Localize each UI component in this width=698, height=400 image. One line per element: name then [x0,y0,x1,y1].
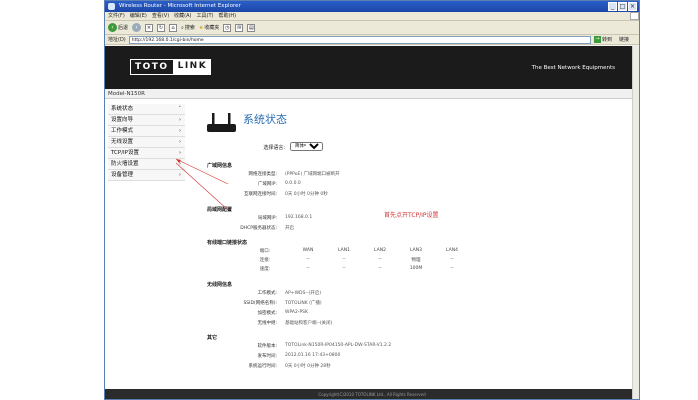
chevron-right-icon: › [179,117,181,123]
print-icon[interactable]: ▤ [247,23,256,32]
section-other: 其它 [207,335,218,341]
chevron-down-icon: ˅ [178,106,182,112]
sidebar: 系统状态 ˅ 设置向导 › 工作模式 › 无线设置 › TCP/IP设置 › 防火墙设置 ›… [108,104,185,181]
close-button[interactable]: × [628,2,637,11]
footer: Copyright(C)2010 TOTOLINK Ltd., All Righ… [105,389,639,399]
windows-logo-icon [630,12,639,20]
release-date-row: 发布时间: 2012.01.16 17:43+0800 [257,353,341,359]
chevron-right-icon: › [179,150,181,156]
sidebar-item-wireless[interactable]: 无线设置 › [108,137,185,148]
home-icon[interactable]: ⌂ [169,23,178,32]
lan-ip-row: 局域网IP: 192.168.0.1 [257,215,313,221]
chevron-right-icon: › [179,161,181,167]
refresh-icon[interactable]: ↻ [157,23,166,32]
section-wan: 广域网信息 [207,163,233,169]
sidebar-item-tcpip[interactable]: TCP/IP设置 › [108,148,185,159]
wan-ip-row: 广域网IP: 0.0.0.0 [257,181,301,187]
chevron-right-icon: › [179,139,181,145]
ports-header-row: 端口: WAN LAN1 LAN2 LAN3 LAN4 [259,248,458,254]
section-ports: 有线端口链接状态 [207,240,248,246]
wan-type-row: 网络连接类型: (PPPoE) 广域网端口被断开 [248,172,340,177]
page-title: 系统状态 [243,113,287,126]
router-page: TOTO LINK The Best Network Equipments Mo… [105,46,639,399]
minimize-button[interactable]: _ [608,2,617,11]
mail-icon[interactable]: ✉ [235,23,244,32]
browser-window: Wireless Router - Microsoft Internet Exp… [104,0,640,400]
window-title: Wireless Router - Microsoft Internet Exp… [119,3,241,9]
address-label: 地址(D) [108,37,126,43]
stop-icon[interactable]: × [145,23,154,32]
search-icon: ⌕ [181,24,184,31]
sidebar-item-mode[interactable]: 工作模式 › [108,126,185,137]
repeater-row: 无线中继: 基础站和客户端--(关闭) [257,321,333,326]
links-label[interactable]: 链接 [619,36,639,43]
menu-tools[interactable]: 工具(T) [197,12,214,20]
address-bar: 地址(D) http://192.168.0.1/cgi-bin/home → 转… [105,35,639,45]
header-banner: TOTO LINK The Best Network Equipments [105,46,639,89]
maximize-button[interactable]: □ [618,2,627,11]
vertical-scrollbar[interactable] [632,46,639,399]
uptime-row: 系统运行时间: 0天 0小时 0分钟 28秒 [248,364,331,369]
wan-uptime-row: 互联网连接时间: 0天 0小时 0分钟 0秒 [243,192,328,197]
menu-bar: 文件(F) 编辑(E) 查看(V) 收藏(A) 工具(T) 帮助(H) [105,12,639,21]
model-label: Model-N150R [105,89,639,99]
forward-button[interactable]: › [132,23,142,32]
menu-view[interactable]: 查看(V) [152,12,169,20]
ie-icon [108,3,115,10]
sidebar-item-management[interactable]: 设备管理 › [108,170,185,181]
dhcp-row: DHCP服务器状态: 开启 [240,226,294,231]
tagline: The Best Network Equipments [531,65,615,71]
favorites-button[interactable]: ★ 收藏夹 [198,24,220,32]
search-button[interactable]: ⌕ 搜索 [181,24,195,32]
ports-link-row: 连接: -- -- -- 物理 -- [259,257,454,263]
back-button[interactable]: ‹ 后退 [108,23,128,32]
menu-file[interactable]: 文件(F) [108,12,125,20]
language-select[interactable]: 简体中文 [290,142,323,151]
toolbar: ‹ 后退 › × ↻ ⌂ ⌕ 搜索 ★ 收藏夹 ◷ ✉ ▤ [105,21,639,35]
ports-speed-row: 速度: -- -- -- 100M -- [259,266,454,272]
section-wireless: 无线网信息 [207,282,233,288]
menu-favorites[interactable]: 收藏(A) [174,12,191,20]
address-input[interactable]: http://192.168.0.1/cgi-bin/home [128,35,591,44]
star-icon: ★ [198,24,204,31]
back-arrow-icon: ‹ [108,23,117,32]
encryption-row: 加密模式: WPA2-PSK [257,310,308,316]
menu-help[interactable]: 帮助(H) [218,12,236,20]
go-button[interactable]: → 转到 [593,36,616,43]
sidebar-item-status[interactable]: 系统状态 ˅ [108,104,185,115]
totolink-logo: TOTO LINK [130,59,212,75]
ports-table: 端口: WAN LAN1 LAN2 LAN3 LAN4 连接: -- -- --… [205,248,545,275]
go-arrow-icon: → [593,36,601,43]
wireless-mode-row: 工作模式: AP+WDS--(开启) [257,291,322,296]
sidebar-item-firewall[interactable]: 防火墙设置 › [108,159,185,170]
sidebar-item-wizard[interactable]: 设置向导 › [108,115,185,126]
chevron-right-icon: › [179,172,181,178]
forward-arrow-icon: › [132,23,142,32]
router-icon [207,113,236,132]
history-icon[interactable]: ◷ [223,23,232,32]
ssid-row: SSID(网络名称): TOTOLINK (广播) [243,301,322,306]
annotation-note: 首先点开TCP/IP设置 [384,212,439,219]
firmware-row: 软件版本: TOTOLink-N150R-IP04150-APL-DW-STAR-… [257,343,392,349]
menu-edit[interactable]: 编辑(E) [130,12,147,20]
title-bar: Wireless Router - Microsoft Internet Exp… [105,1,639,12]
chevron-right-icon: › [179,128,181,134]
section-lan: 局域网配置 [207,207,233,213]
